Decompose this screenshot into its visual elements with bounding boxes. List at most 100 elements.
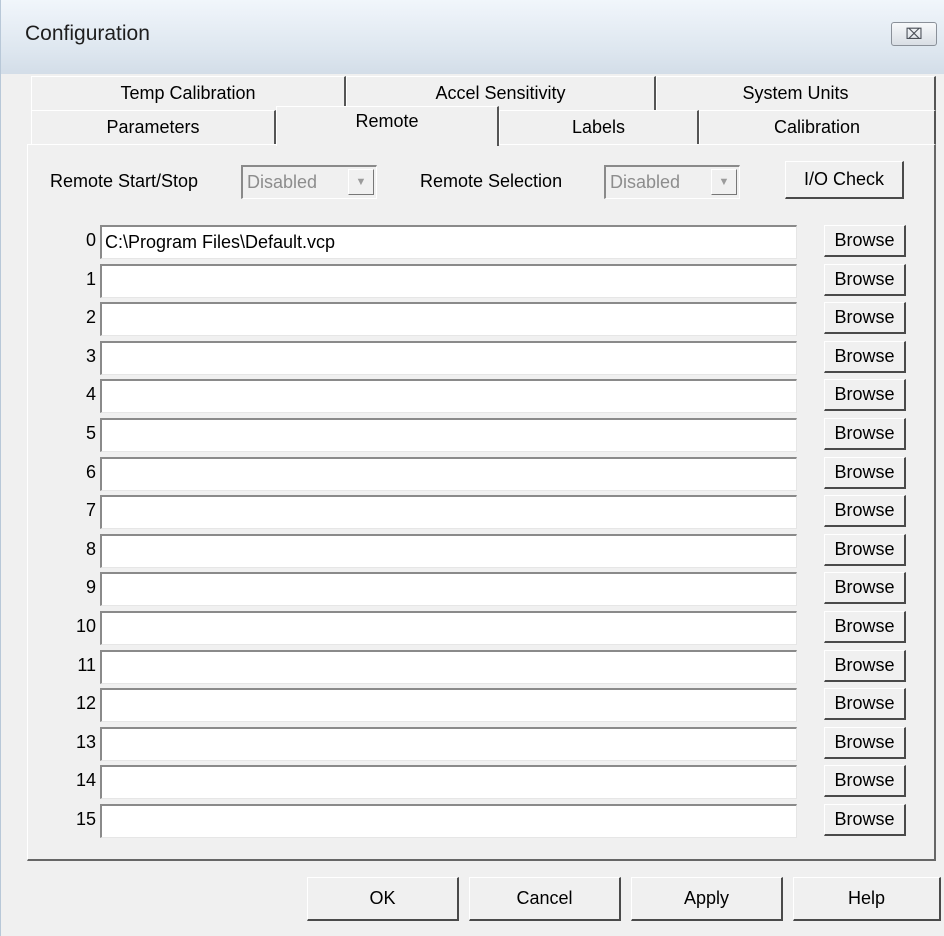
tab-parameters[interactable]: Parameters	[31, 110, 276, 144]
row-number: 13	[75, 732, 96, 752]
window-title: Configuration	[25, 22, 150, 45]
help-button[interactable]: Help	[793, 877, 941, 921]
browse-label: Browse	[834, 384, 895, 404]
browse-label: Browse	[834, 230, 895, 250]
file-row: 6 Browse	[28, 457, 933, 491]
cancel-button[interactable]: Cancel	[469, 877, 621, 921]
tab-calibration[interactable]: Calibration	[699, 110, 936, 144]
browse-label: Browse	[834, 577, 895, 597]
remote-start-stop-select[interactable]: Disabled ▼	[241, 165, 377, 199]
file-path-input[interactable]	[100, 264, 797, 298]
browse-label: Browse	[834, 307, 895, 327]
tab-label: Accel Sensitivity	[435, 83, 566, 103]
file-row: 4 Browse	[28, 379, 933, 413]
tab-row-back: Temp Calibration Accel Sensitivity Syste…	[31, 76, 936, 110]
tab-remote[interactable]: Remote	[276, 106, 499, 146]
remote-start-stop-label: Remote Start/Stop	[50, 171, 199, 191]
file-path-input[interactable]	[100, 457, 797, 491]
browse-button[interactable]: Browse	[824, 688, 906, 720]
file-path-input[interactable]	[100, 727, 797, 761]
file-row: 11 Browse	[28, 650, 933, 684]
browse-button[interactable]: Browse	[824, 457, 906, 489]
file-path-input[interactable]	[100, 650, 797, 684]
file-row: 0 Browse	[28, 225, 933, 259]
chevron-down-icon: ▼	[711, 169, 737, 195]
file-path-input[interactable]	[100, 534, 797, 568]
browse-button[interactable]: Browse	[824, 264, 906, 296]
row-number: 12	[75, 693, 96, 713]
tab-temp-calibration[interactable]: Temp Calibration	[31, 76, 346, 110]
row-number: 10	[75, 616, 96, 636]
browse-label: Browse	[834, 809, 895, 829]
close-icon: ⌧	[905, 26, 923, 43]
row-number: 3	[85, 346, 96, 366]
browse-button[interactable]: Browse	[824, 225, 906, 257]
row-number: 7	[85, 500, 96, 520]
tab-labels[interactable]: Labels	[499, 110, 699, 144]
chevron-down-icon: ▼	[348, 169, 374, 195]
remote-selection-select[interactable]: Disabled ▼	[604, 165, 740, 199]
browse-label: Browse	[834, 462, 895, 482]
file-path-input[interactable]	[100, 495, 797, 529]
remote-start-stop-value: Disabled	[247, 172, 318, 192]
tab-system-units[interactable]: System Units	[656, 76, 936, 110]
apply-label: Apply	[683, 888, 730, 908]
browse-label: Browse	[834, 693, 895, 713]
file-path-input[interactable]	[100, 302, 797, 336]
file-row: 13 Browse	[28, 727, 933, 761]
file-row: 10 Browse	[28, 611, 933, 645]
apply-button[interactable]: Apply	[631, 877, 783, 921]
browse-button[interactable]: Browse	[824, 534, 906, 566]
remote-selection-value: Disabled	[610, 172, 681, 192]
browse-label: Browse	[834, 423, 895, 443]
file-path-input[interactable]	[100, 379, 797, 413]
browse-button[interactable]: Browse	[824, 495, 906, 527]
browse-button[interactable]: Browse	[824, 379, 906, 411]
row-number: 11	[77, 655, 96, 675]
browse-button[interactable]: Browse	[824, 611, 906, 643]
file-path-input[interactable]	[100, 341, 797, 375]
row-number: 6	[85, 462, 96, 482]
file-row: 8 Browse	[28, 534, 933, 568]
row-number: 14	[75, 770, 96, 790]
file-path-input[interactable]	[100, 418, 797, 452]
browse-button[interactable]: Browse	[824, 572, 906, 604]
browse-button[interactable]: Browse	[824, 765, 906, 797]
file-row: 12 Browse	[28, 688, 933, 722]
file-path-input[interactable]	[100, 765, 797, 799]
io-check-button[interactable]: I/O Check	[785, 161, 904, 199]
browse-button[interactable]: Browse	[824, 418, 906, 450]
tab-label: System Units	[742, 83, 849, 103]
browse-button[interactable]: Browse	[824, 727, 906, 759]
tab-label: Parameters	[106, 117, 200, 137]
browse-button[interactable]: Browse	[824, 804, 906, 836]
browse-button[interactable]: Browse	[824, 302, 906, 334]
ok-button[interactable]: OK	[307, 877, 459, 921]
ok-label: OK	[369, 888, 396, 908]
browse-button[interactable]: Browse	[824, 341, 906, 373]
browse-label: Browse	[834, 269, 895, 289]
file-path-input[interactable]	[100, 688, 797, 722]
tab-row-front: Parameters Remote Labels Calibration	[31, 106, 936, 146]
file-path-input[interactable]	[100, 572, 797, 606]
tab-accel-sensitivity[interactable]: Accel Sensitivity	[346, 76, 656, 110]
row-number: 15	[75, 809, 96, 829]
browse-button[interactable]: Browse	[824, 650, 906, 682]
browse-label: Browse	[834, 616, 895, 636]
file-row: 3 Browse	[28, 341, 933, 375]
file-path-input[interactable]	[100, 804, 797, 838]
file-row: 14 Browse	[28, 765, 933, 799]
tab-label: Labels	[571, 117, 626, 137]
row-number: 4	[85, 384, 96, 404]
cancel-label: Cancel	[516, 888, 573, 908]
remote-tab-panel: Remote Start/Stop Disabled ▼ Remote Sele…	[27, 144, 936, 861]
close-button[interactable]: ⌧	[891, 22, 937, 46]
tab-label: Remote	[355, 111, 419, 131]
row-number: 0	[85, 230, 96, 250]
tab-label: Calibration	[773, 117, 861, 137]
remote-selection-label: Remote Selection	[420, 171, 563, 191]
tab-label: Temp Calibration	[120, 83, 256, 103]
browse-label: Browse	[834, 500, 895, 520]
file-path-input[interactable]	[100, 611, 797, 645]
file-path-input[interactable]	[100, 225, 797, 259]
